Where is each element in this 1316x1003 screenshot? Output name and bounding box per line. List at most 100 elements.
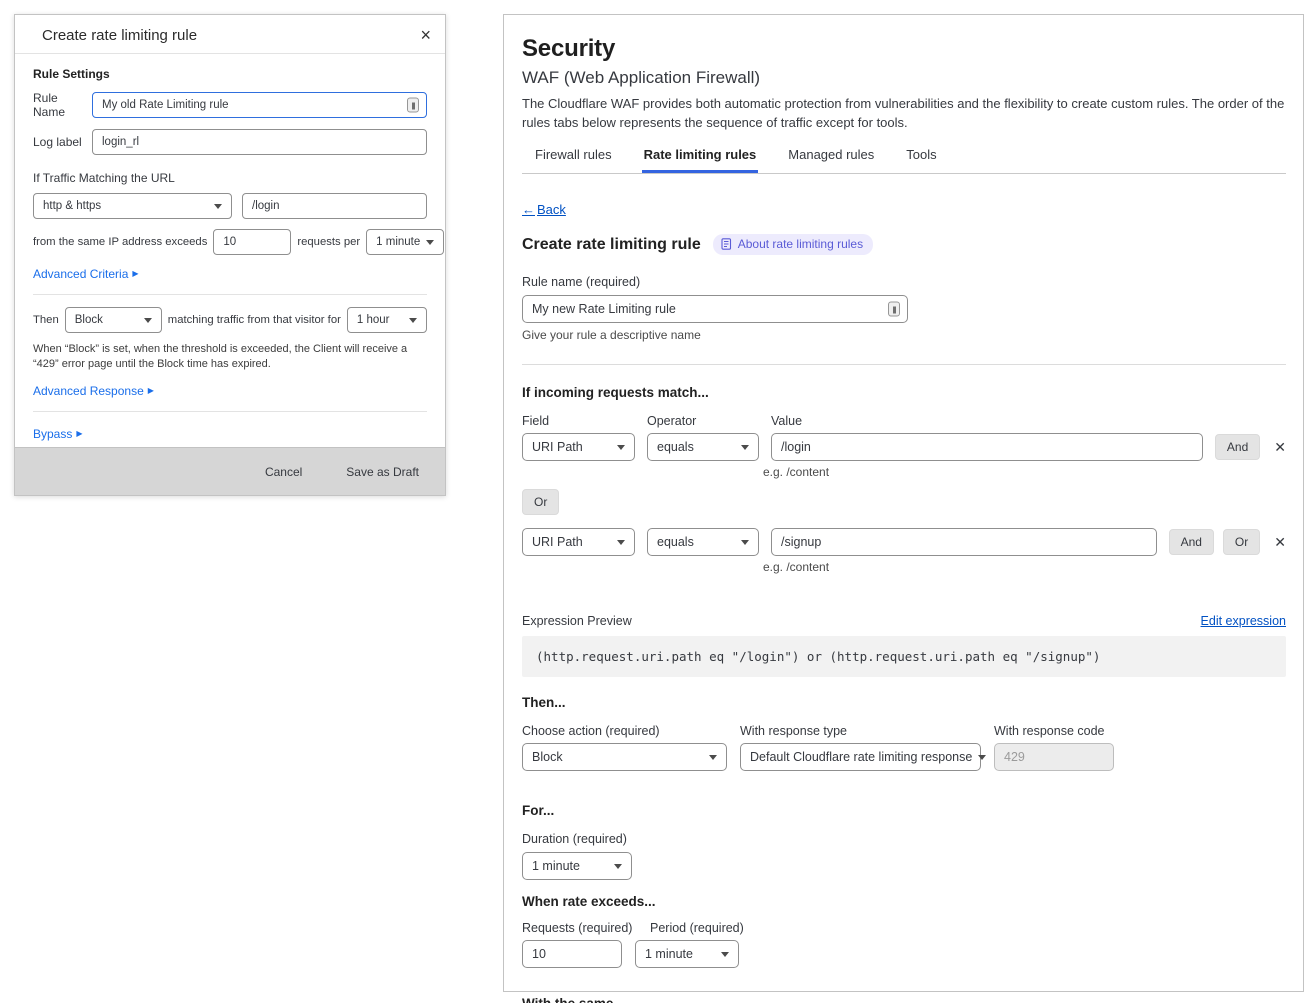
chevron-down-icon xyxy=(741,540,749,545)
waf-description: The Cloudflare WAF provides both automat… xyxy=(522,94,1286,132)
value-input[interactable] xyxy=(771,433,1203,461)
waf-tabs: Firewall rules Rate limiting rules Manag… xyxy=(522,141,1286,174)
caret-right-icon: ▶ xyxy=(132,269,138,278)
or-connector-button[interactable]: Or xyxy=(522,489,559,515)
response-code-label: With response code xyxy=(994,724,1144,738)
tab-tools[interactable]: Tools xyxy=(904,141,938,173)
action-select-value: Block xyxy=(75,314,103,326)
tab-managed-rules[interactable]: Managed rules xyxy=(786,141,876,173)
edit-expression-link[interactable]: Edit expression xyxy=(1201,614,1286,628)
period-label: Period (required) xyxy=(650,921,744,935)
close-icon[interactable]: × xyxy=(420,26,431,44)
operator-select[interactable]: equals xyxy=(647,528,759,556)
about-badge-label: About rate limiting rules xyxy=(738,237,863,251)
advanced-response-label: Advanced Response xyxy=(33,384,144,398)
action-select-value: Block xyxy=(532,750,563,764)
rule-name-input-wrap xyxy=(522,295,908,323)
remove-condition-icon[interactable]: ✕ xyxy=(1274,440,1286,454)
tab-firewall-rules[interactable]: Firewall rules xyxy=(533,141,614,173)
tab-rate-limiting-rules[interactable]: Rate limiting rules xyxy=(642,141,759,173)
rule-name-input[interactable] xyxy=(92,92,427,118)
remove-condition-icon[interactable]: ✕ xyxy=(1274,535,1286,549)
expression-preview-label: Expression Preview xyxy=(522,614,632,628)
ban-duration-value: 1 hour xyxy=(357,314,390,326)
autofill-extension-icon[interactable] xyxy=(888,302,900,317)
doc-icon xyxy=(721,238,732,250)
operator-column-label: Operator xyxy=(647,414,771,428)
field-select-value: URI Path xyxy=(532,440,583,454)
rule-name-hint: Give your rule a descriptive name xyxy=(522,328,1286,342)
response-type-label: With response type xyxy=(740,724,981,738)
value-input[interactable] xyxy=(771,528,1157,556)
and-button[interactable]: And xyxy=(1169,529,1214,555)
about-rate-limiting-badge[interactable]: About rate limiting rules xyxy=(713,234,873,255)
response-type-select[interactable]: Default Cloudflare rate limiting respons… xyxy=(740,743,981,771)
rate-period-value: 1 minute xyxy=(645,947,693,961)
url-input[interactable] xyxy=(242,193,427,219)
security-waf-panel: Security WAF (Web Application Firewall) … xyxy=(503,14,1304,992)
scheme-select[interactable]: http & https xyxy=(33,193,232,219)
page: Create rate limiting rule × Rule Setting… xyxy=(0,0,1316,1003)
or-button[interactable]: Or xyxy=(1223,529,1260,555)
then-suffix-label: matching traffic from that visitor for xyxy=(168,314,341,326)
log-label-input[interactable] xyxy=(92,129,427,155)
incoming-requests-heading: If incoming requests match... xyxy=(522,385,1286,400)
operator-select-value: equals xyxy=(657,440,694,454)
rule-name-input[interactable] xyxy=(522,295,908,323)
chevron-down-icon xyxy=(617,445,625,450)
bypass-link[interactable]: Bypass ▶ xyxy=(33,427,83,441)
value-column-label: Value xyxy=(771,414,802,428)
requests-input[interactable] xyxy=(213,229,291,255)
then-label: Then xyxy=(33,314,59,326)
rate-period-select[interactable]: 1 minute xyxy=(635,940,739,968)
rate-exceeds-heading: When rate exceeds... xyxy=(522,894,1286,909)
rule-name-label: Rule Name xyxy=(33,91,92,119)
back-arrow-icon: ← xyxy=(522,202,535,217)
caret-right-icon: ▶ xyxy=(148,386,154,395)
bypass-label: Bypass xyxy=(33,427,72,441)
operator-select[interactable]: equals xyxy=(647,433,759,461)
divider xyxy=(522,364,1286,365)
condition-row: URI Path equals And ✕ xyxy=(522,433,1286,461)
rule-name-label: Rule name (required) xyxy=(522,275,1286,289)
save-as-draft-button[interactable]: Save as Draft xyxy=(346,465,419,479)
condition-row: URI Path equals And Or ✕ xyxy=(522,528,1286,556)
duration-select[interactable]: 1 minute xyxy=(522,852,632,880)
divider xyxy=(33,294,427,295)
requests-label: Requests (required) xyxy=(522,921,650,935)
for-heading: For... xyxy=(522,803,1286,818)
duration-label: Duration (required) xyxy=(522,832,1286,846)
divider xyxy=(33,411,427,412)
back-link[interactable]: ←Back xyxy=(522,202,566,217)
chevron-down-icon xyxy=(426,240,434,245)
block-note: When “Block” is set, when the threshold … xyxy=(33,342,427,372)
chevron-down-icon xyxy=(709,755,717,760)
chevron-down-icon xyxy=(721,952,729,957)
dialog-header: Create rate limiting rule × xyxy=(15,15,445,54)
create-rate-limit-dialog: Create rate limiting rule × Rule Setting… xyxy=(14,14,446,496)
advanced-response-link[interactable]: Advanced Response ▶ xyxy=(33,384,154,398)
chevron-down-icon xyxy=(614,864,622,869)
requests-per-label: requests per xyxy=(297,236,360,248)
advanced-criteria-link[interactable]: Advanced Criteria ▶ xyxy=(33,267,139,281)
autofill-extension-icon[interactable] xyxy=(407,98,419,113)
field-column-label: Field xyxy=(522,414,647,428)
field-select[interactable]: URI Path xyxy=(522,433,635,461)
choose-action-label: Choose action (required) xyxy=(522,724,727,738)
requests-input[interactable] xyxy=(522,940,622,968)
chevron-down-icon xyxy=(978,755,986,760)
ban-duration-select[interactable]: 1 hour xyxy=(347,307,427,333)
dialog-body: Rule Settings Rule Name Log label If Tra… xyxy=(15,67,445,441)
action-select[interactable]: Block xyxy=(522,743,727,771)
period-select[interactable]: 1 minute xyxy=(366,229,444,255)
caret-right-icon: ▶ xyxy=(76,429,82,438)
field-select[interactable]: URI Path xyxy=(522,528,635,556)
period-select-value: 1 minute xyxy=(376,236,420,248)
page-subtitle: WAF (Web Application Firewall) xyxy=(522,68,1286,88)
cancel-button[interactable]: Cancel xyxy=(265,465,302,479)
and-button[interactable]: And xyxy=(1215,434,1260,460)
rule-name-input-wrap xyxy=(92,92,427,118)
chevron-down-icon xyxy=(617,540,625,545)
value-hint: e.g. /content xyxy=(763,560,1286,574)
action-select[interactable]: Block xyxy=(65,307,162,333)
